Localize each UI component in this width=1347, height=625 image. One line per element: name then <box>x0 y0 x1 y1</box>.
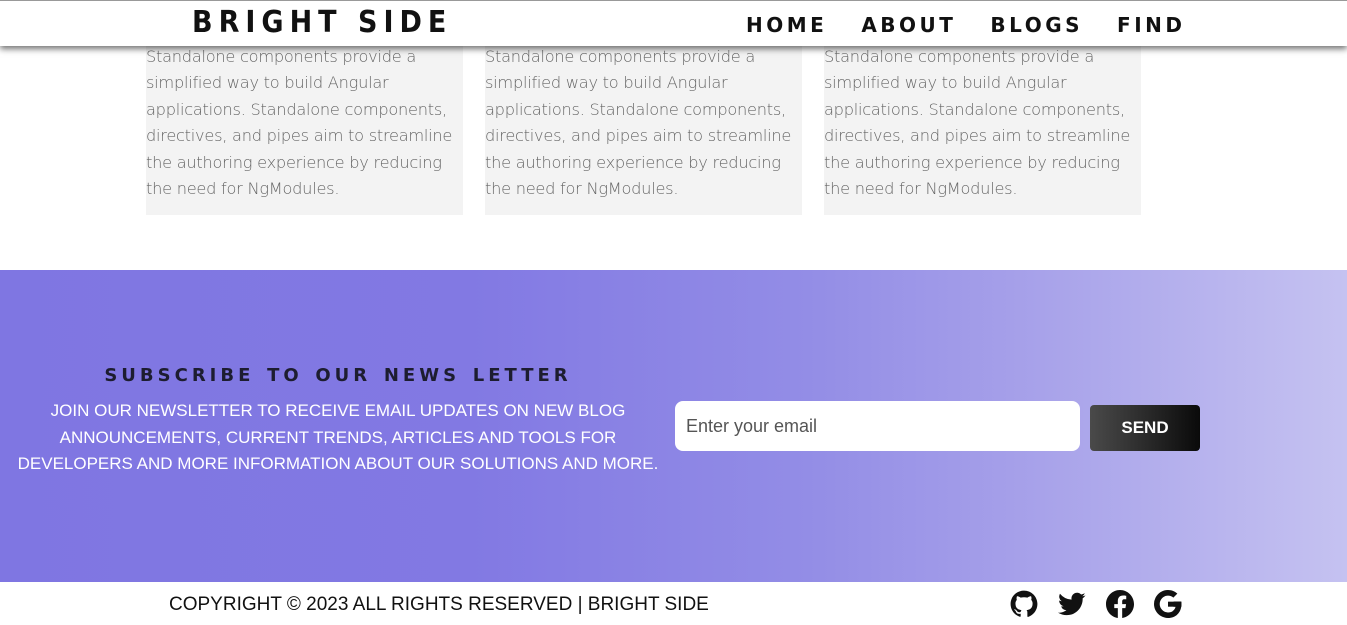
google-icon[interactable] <box>1154 590 1182 618</box>
blog-card: Standalone components provide a simplifi… <box>146 40 463 215</box>
site-logo[interactable]: BRIGHT SIDE <box>192 5 452 40</box>
nav-home-link[interactable]: HOME <box>746 13 827 37</box>
send-button[interactable]: SEND <box>1090 405 1200 451</box>
facebook-icon[interactable] <box>1106 590 1134 618</box>
email-input[interactable] <box>675 401 1080 451</box>
social-links <box>1010 590 1182 618</box>
nav-find-link[interactable]: FIND <box>1117 13 1185 37</box>
top-navbar: BRIGHT SIDE HOME ABOUT BLOGS FIND <box>0 0 1347 46</box>
newsletter-section: Subscribe to our News Letter JOIN OUR NE… <box>0 270 1347 582</box>
twitter-icon[interactable] <box>1058 590 1086 618</box>
blog-card-text: Standalone components provide a simplifi… <box>485 47 792 199</box>
newsletter-description: JOIN OUR NEWSLETTER TO RECEIVE EMAIL UPD… <box>17 401 659 473</box>
footer: COPYRIGHT © 2023 ALL RIGHTS RESERVED | B… <box>0 582 1347 625</box>
blog-card: Standalone components provide a simplifi… <box>824 40 1141 215</box>
nav-about-link[interactable]: ABOUT <box>861 13 956 37</box>
blog-card-text: Standalone components provide a simplifi… <box>824 47 1131 199</box>
blog-card-text: Standalone components provide a simplifi… <box>146 47 453 199</box>
main-nav: HOME ABOUT BLOGS FIND <box>746 13 1185 37</box>
github-icon[interactable] <box>1010 590 1038 618</box>
copyright-text: COPYRIGHT © 2023 ALL RIGHTS RESERVED | B… <box>169 594 709 615</box>
newsletter-title: Subscribe to our News Letter <box>104 358 572 387</box>
blog-card: Standalone components provide a simplifi… <box>485 40 802 215</box>
nav-blogs-link[interactable]: BLOGS <box>990 13 1083 37</box>
